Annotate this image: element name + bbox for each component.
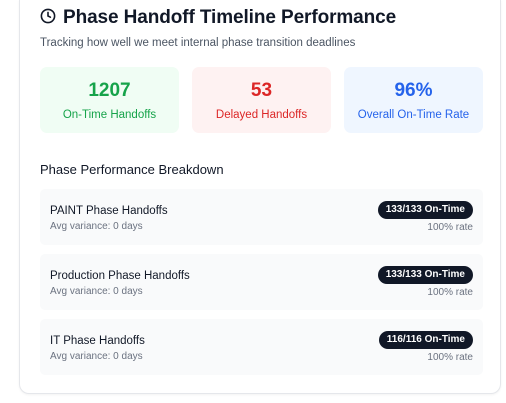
page-subtitle: Tracking how well we meet internal phase… — [40, 37, 356, 49]
stat-on-time: 1207 On-Time Handoffs — [40, 67, 179, 133]
phase-row-production: Production Phase Handoffs Avg variance: … — [40, 254, 483, 310]
on-time-badge: 133/133 On-Time — [377, 201, 473, 219]
phase-handoff-card: Phase Handoff Timeline Performance Track… — [19, 0, 501, 394]
phase-row-it: IT Phase Handoffs Avg variance: 0 days 1… — [40, 319, 483, 375]
phase-variance: Avg variance: 0 days — [50, 351, 143, 362]
phase-name: PAINT Phase Handoffs — [50, 205, 168, 217]
title-row: Phase Handoff Timeline Performance — [40, 7, 480, 29]
phase-rate: 100% rate — [427, 287, 473, 298]
stats-row: 1207 On-Time Handoffs 53 Delayed Handoff… — [40, 67, 483, 133]
phase-name: IT Phase Handoffs — [50, 335, 145, 347]
stat-on-time-rate: 96% Overall On-Time Rate — [344, 67, 483, 133]
phase-row-paint: PAINT Phase Handoffs Avg variance: 0 day… — [40, 189, 483, 245]
phase-name: Production Phase Handoffs — [50, 270, 190, 282]
stat-value: 1207 — [88, 80, 131, 101]
stat-label: Delayed Handoffs — [215, 109, 308, 121]
stat-delayed: 53 Delayed Handoffs — [192, 67, 331, 133]
clock-icon — [40, 8, 56, 29]
stat-label: On-Time Handoffs — [62, 109, 157, 121]
on-time-badge: 133/133 On-Time — [377, 266, 473, 284]
stat-value: 96% — [394, 80, 433, 101]
stat-value: 53 — [250, 80, 273, 101]
phase-rate: 100% rate — [427, 352, 473, 363]
stat-label: Overall On-Time Rate — [357, 109, 470, 121]
card-header: Phase Handoff Timeline Performance Track… — [40, 7, 480, 49]
page-title: Phase Handoff Timeline Performance — [63, 7, 397, 28]
on-time-badge: 116/116 On-Time — [378, 331, 473, 349]
phase-rate: 100% rate — [427, 222, 473, 233]
section-title: Phase Performance Breakdown — [40, 162, 224, 177]
phase-list: PAINT Phase Handoffs Avg variance: 0 day… — [40, 189, 483, 384]
phase-variance: Avg variance: 0 days — [50, 221, 143, 232]
phase-variance: Avg variance: 0 days — [50, 286, 143, 297]
